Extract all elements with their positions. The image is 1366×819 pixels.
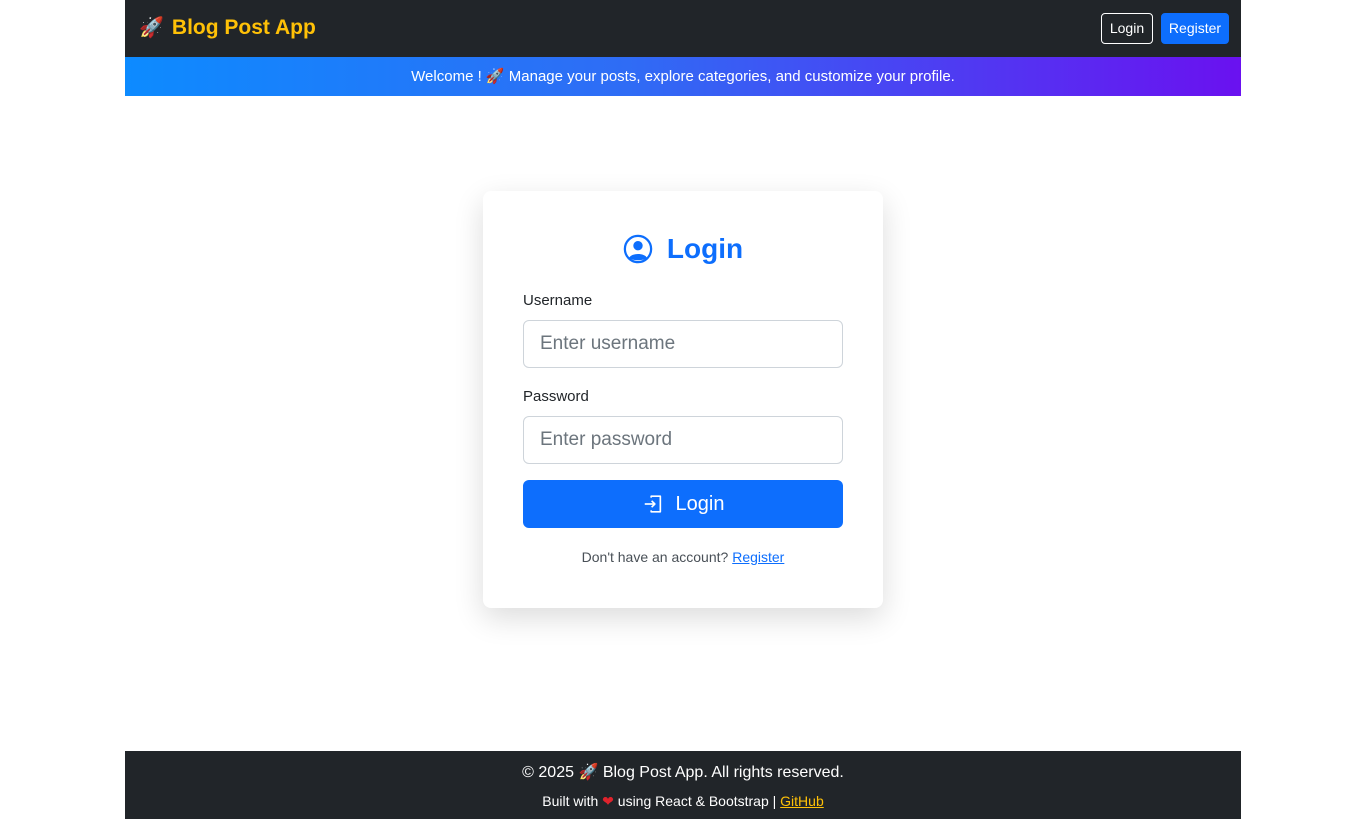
brand-link[interactable]: 🚀 Blog Post App: [139, 15, 316, 41]
rocket-icon: 🚀: [139, 17, 164, 39]
login-submit-label: Login: [675, 492, 725, 515]
nav-register-button[interactable]: Register: [1161, 13, 1229, 44]
heart-icon: ❤: [602, 793, 614, 809]
password-input[interactable]: [523, 416, 843, 464]
navbar: 🚀 Blog Post App Login Register: [125, 0, 1241, 57]
register-link[interactable]: Register: [732, 549, 784, 565]
page: 🚀 Blog Post App Login Register Welcome !…: [125, 0, 1241, 819]
footer-credits: Built with ❤ using React & Bootstrap | G…: [125, 792, 1241, 810]
user-circle-icon: [623, 234, 653, 264]
nav-login-button[interactable]: Login: [1101, 13, 1153, 44]
github-link[interactable]: GitHub: [780, 793, 824, 809]
username-label: Username: [523, 292, 593, 309]
footer: © 2025 🚀 Blog Post App. All rights reser…: [125, 751, 1241, 819]
login-submit-button[interactable]: Login: [523, 480, 843, 528]
username-input[interactable]: [523, 320, 843, 368]
built-with-suffix: using React & Bootstrap |: [617, 793, 777, 809]
brand-title: Blog Post App: [171, 16, 316, 39]
welcome-banner: Welcome ! 🚀 Manage your posts, explore c…: [125, 57, 1241, 96]
footer-copyright: © 2025 🚀 Blog Post App. All rights reser…: [522, 764, 844, 781]
login-title-row: Login: [483, 232, 883, 266]
signup-prompt-row: Don't have an account? Register: [483, 548, 883, 566]
built-with-prefix: Built with: [542, 793, 599, 809]
login-card: Login Username Password Login Don't have…: [483, 191, 883, 608]
login-title: Login: [666, 233, 744, 264]
password-label: Password: [523, 388, 589, 405]
login-arrow-icon: [644, 495, 661, 513]
signup-prompt: Don't have an account?: [581, 549, 729, 565]
